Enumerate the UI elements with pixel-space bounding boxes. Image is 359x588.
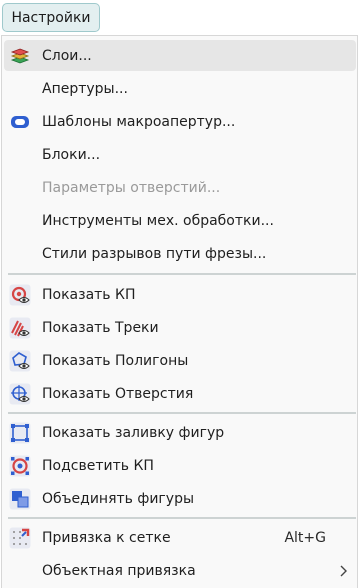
shape-fill-icon: [9, 422, 31, 444]
menu-item-label: Объектная привязка: [42, 563, 196, 579]
menu-item-label: Стили разрывов пути фрезы...: [42, 246, 267, 262]
menu-item-label: Слои...: [42, 48, 92, 64]
menu-item-shortcut: Alt+G: [284, 530, 326, 546]
macro-aperture-icon: [9, 111, 31, 133]
menu-item-show-tracks[interactable]: Показать Треки: [4, 312, 356, 343]
menu-item-label: Подсветить КП: [42, 458, 154, 474]
menu-item-merge-shapes[interactable]: Объединять фигуры: [4, 483, 356, 514]
merge-shapes-icon: [9, 488, 31, 510]
layers-icon: [9, 45, 31, 67]
menu-item-show-pads[interactable]: Показать КП: [4, 279, 356, 310]
menu-item-label: Показать Полигоны: [42, 353, 189, 369]
menu-item-label: Показать заливку фигур: [42, 425, 225, 441]
menu-item-label: Показать КП: [42, 287, 136, 303]
menu-item-grid-snap[interactable]: Привязка к сетке Alt+G: [4, 522, 356, 553]
show-polygons-icon: [9, 350, 31, 372]
menu-item-macro-apertures[interactable]: Шаблоны макроапертур...: [4, 106, 356, 137]
menu-item-label: Показать Отверстия: [42, 386, 194, 402]
menu-item-highlight-pads[interactable]: Подсветить КП: [4, 450, 356, 481]
settings-menu-button[interactable]: Настройки: [2, 3, 100, 32]
menu-item-show-polygons[interactable]: Показать Полигоны: [4, 345, 356, 376]
menu-item-milling-tools[interactable]: Инструменты мех. обработки...: [4, 205, 356, 236]
menu-item-label: Блоки...: [42, 147, 101, 163]
settings-dropdown-menu: Слои... Апертуры... Шаблоны макроапертур…: [1, 35, 358, 588]
menu-separator: [8, 412, 356, 414]
menu-item-mill-break-styles[interactable]: Стили разрывов пути фрезы...: [4, 238, 356, 269]
menu-item-label: Показать Треки: [42, 320, 159, 336]
menu-separator: [8, 273, 356, 275]
chevron-right-icon: [338, 561, 350, 581]
menu-item-label: Шаблоны макроапертур...: [42, 114, 236, 130]
menu-item-label: Инструменты мех. обработки...: [42, 213, 274, 229]
menu-item-apertures[interactable]: Апертуры...: [4, 73, 356, 104]
show-holes-icon: [9, 383, 31, 405]
menu-item-shape-fill[interactable]: Показать заливку фигур: [4, 417, 356, 448]
grid-snap-icon: [9, 527, 31, 549]
menu-item-show-holes[interactable]: Показать Отверстия: [4, 378, 356, 409]
highlight-pads-icon: [9, 455, 31, 477]
menu-separator: [8, 517, 356, 519]
menu-item-label: Параметры отверстий...: [42, 180, 221, 196]
menu-item-label: Привязка к сетке: [42, 530, 171, 546]
menu-item-object-snap[interactable]: Объектная привязка: [4, 555, 356, 586]
show-pads-icon: [9, 284, 31, 306]
menu-item-label: Объединять фигуры: [42, 491, 195, 507]
menu-item-layers[interactable]: Слои...: [4, 40, 356, 71]
menu-item-blocks[interactable]: Блоки...: [4, 139, 356, 170]
menu-item-hole-parameters: Параметры отверстий...: [4, 172, 356, 203]
show-tracks-icon: [9, 317, 31, 339]
menu-item-label: Апертуры...: [42, 81, 128, 97]
